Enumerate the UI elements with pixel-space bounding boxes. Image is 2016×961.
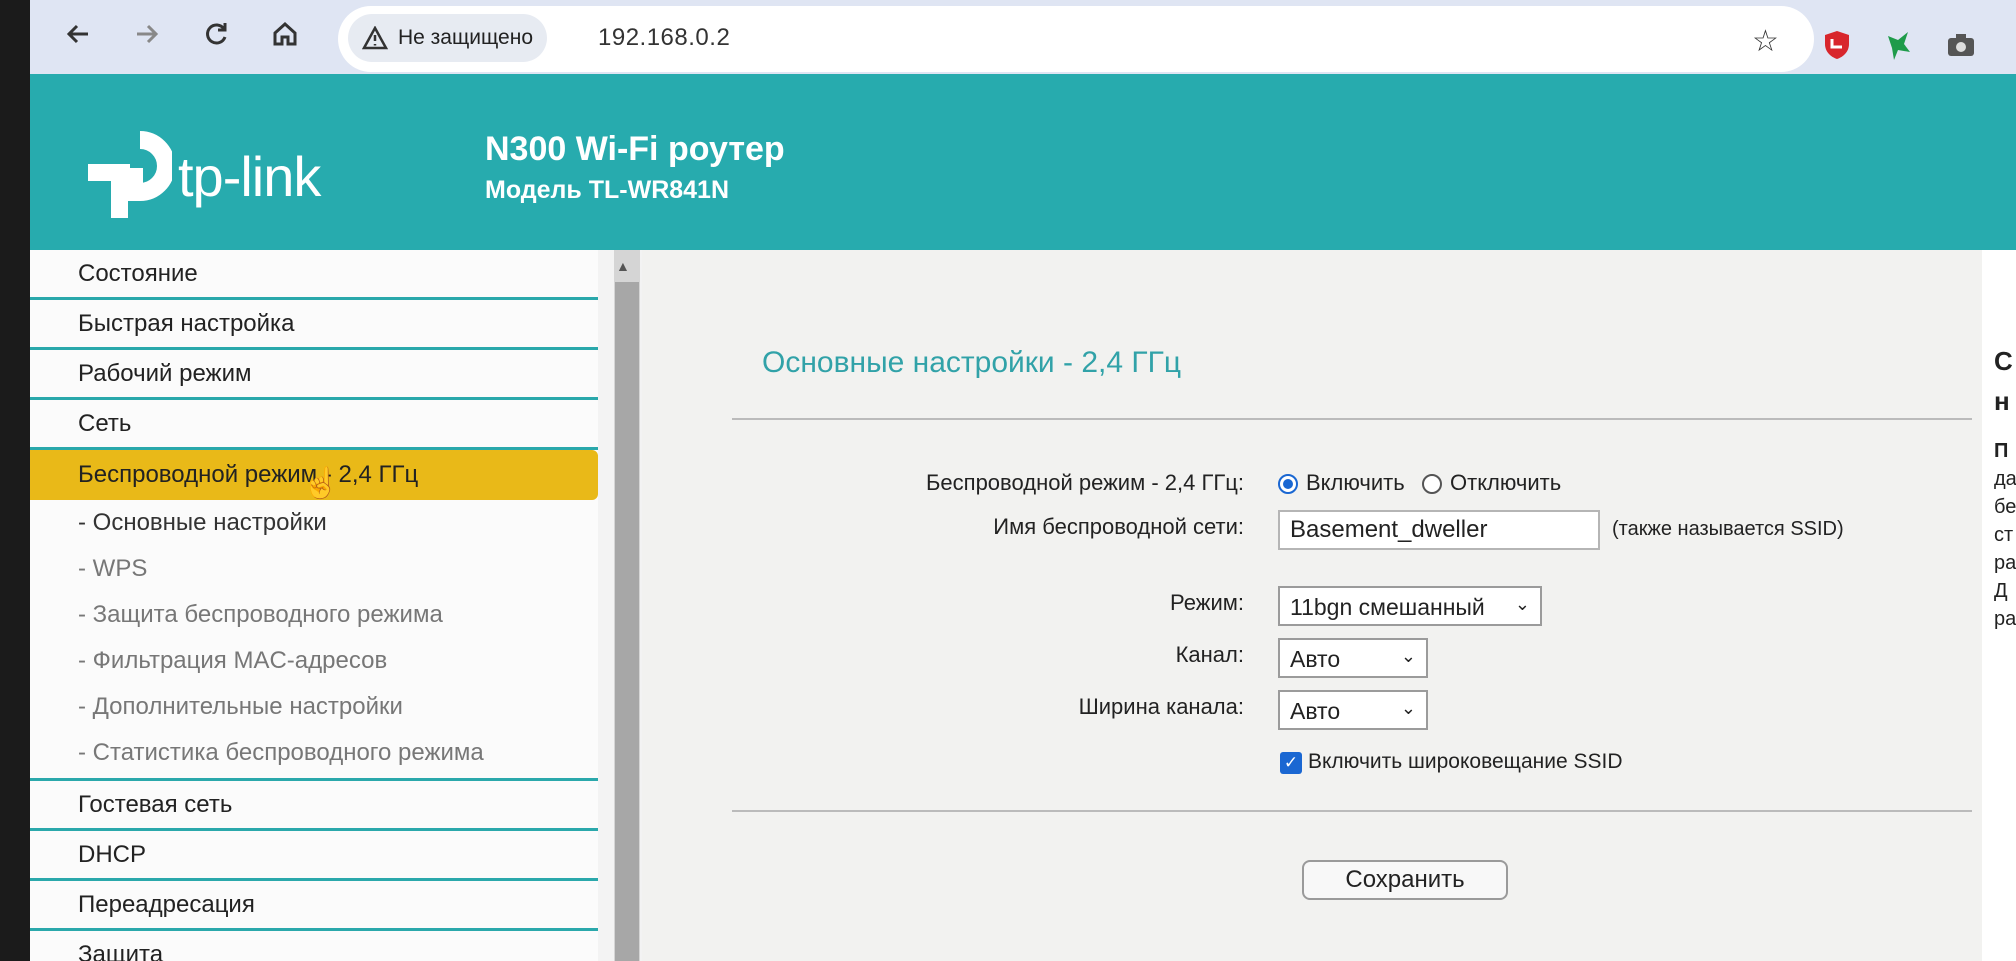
sidebar-item-label: Беспроводной режим - 2,4 ГГц [78,461,419,488]
sidebar-item-network[interactable]: Сеть [30,400,598,450]
warning-icon [362,26,388,50]
sidebar-item-quick-setup[interactable]: Быстрая настройка [30,300,598,350]
sidebar-menu: Состояние Быстрая настройка Рабочий режи… [30,250,598,961]
sidebar-subitem-basic-settings[interactable]: - Основные настройки [30,500,598,546]
url-text[interactable]: 192.168.0.2 [598,24,730,52]
help-text-line: ра [1994,552,2016,574]
channel-select[interactable]: Авто ⌄ [1278,638,1428,678]
page-title: Основные настройки - 2,4 ГГц [762,346,1182,379]
sidebar-item-label: Рабочий режим [78,359,252,387]
ssid-input[interactable]: Basement_dweller [1278,510,1600,550]
ssid-broadcast-checkbox[interactable]: ✓ [1280,752,1302,774]
sidebar-subitem-advanced[interactable]: - Дополнительные настройки [30,684,598,730]
wireless-toggle-label: Беспроводной режим - 2,4 ГГц: [925,470,1244,495]
model-title: N300 Wi-Fi роутер [485,130,785,168]
disable-radio[interactable] [1422,474,1442,494]
channel-width-label: Ширина канала: [1078,694,1244,719]
channel-label: Канал: [1175,642,1244,667]
sidebar-subitem-wps[interactable]: - WPS [30,546,598,592]
forward-icon[interactable] [125,12,169,56]
sidebar-subitem-mac-filtering[interactable]: - Фильтрация MAC-адресов [30,638,598,684]
sidebar-scrollbar-thumb[interactable] [615,282,639,961]
shield-extension-icon[interactable] [1820,28,1854,62]
hand-cursor-icon: ☝ [302,467,340,500]
sidebar-item-forwarding[interactable]: Переадресация [30,881,598,931]
enable-radio[interactable] [1278,474,1298,494]
sidebar-item-label: Быстрая настройка [78,309,295,337]
subitem-label: - Статистика беспроводного режима [78,739,484,766]
mode-select-value: 11bgn смешанный [1290,594,1485,620]
sidebar-item-label: Состояние [78,259,198,287]
security-text: Не защищено [398,26,533,49]
channel-width-select-value: Авто [1290,698,1341,724]
subitem-label: - Фильтрация MAC-адресов [78,647,388,674]
help-text-line: Д [1994,580,2008,602]
help-text-line: н [1994,386,2010,416]
router-header: tp-link N300 Wi-Fi роутер Модель TL-WR84… [30,74,2016,250]
subitem-label: - Основные настройки [78,509,327,536]
subitem-label: - WPS [78,555,148,582]
divider [732,810,1972,812]
home-icon[interactable] [263,12,307,56]
help-text-line: С [1994,346,2013,376]
tp-link-logo-icon [80,130,175,227]
model-subtitle: Модель TL-WR841N [485,176,730,204]
camera-extension-icon[interactable] [1944,28,1978,62]
chevron-down-icon: ⌄ [1400,646,1416,666]
sidebar-item-guest-network[interactable]: Гостевая сеть [30,781,598,831]
scroll-up-arrow-icon[interactable]: ▲ [616,258,630,274]
sidebar-item-label: Переадресация [78,890,255,918]
channel-select-value: Авто [1290,646,1341,672]
chevron-down-icon: ⌄ [1514,594,1530,614]
wireless-submenu: - Основные настройки - WPS - Защита бесп… [30,500,598,781]
star-icon[interactable]: ☆ [1752,24,1779,59]
main-content: Основные настройки - 2,4 ГГц Беспроводно… [642,250,1982,961]
sidebar-item-label: Сеть [78,409,132,437]
browser-window: Не защищено 192.168.0.2 ☆ tp-link N300 W… [30,0,2016,961]
subitem-label: - Дополнительные настройки [78,693,403,720]
divider [732,418,1972,420]
security-chip[interactable]: Не защищено [348,14,547,62]
sidebar-item-operation-mode[interactable]: Рабочий режим [30,350,598,400]
mode-select[interactable]: 11bgn смешанный ⌄ [1278,586,1542,626]
save-button[interactable]: Сохранить [1302,860,1508,900]
help-panel: С н П да бе ст ра Д ра [1982,250,2016,961]
help-text-line: да [1994,468,2016,490]
ssid-broadcast-label[interactable]: Включить широковещание SSID [1308,750,1623,774]
reload-icon[interactable] [194,12,238,56]
help-text-line: ст [1994,524,2014,546]
address-bar[interactable]: Не защищено 192.168.0.2 ☆ [338,6,1814,72]
leaf-extension-icon[interactable] [1882,28,1916,62]
sidebar-item-status[interactable]: Состояние [30,250,598,300]
sidebar-subitem-statistics[interactable]: - Статистика беспроводного режима [30,730,598,776]
sidebar-item-label: Защита [78,940,164,961]
sidebar-item-dhcp[interactable]: DHCP [30,831,598,881]
chevron-down-icon: ⌄ [1400,698,1416,718]
ssid-note: (также называется SSID) [1612,518,1844,540]
logo-text: tp-link [178,145,321,208]
browser-toolbar: Не защищено 192.168.0.2 ☆ [30,0,2016,74]
help-text-line: бе [1994,496,2016,518]
subitem-label: - Защита беспроводного режима [78,601,443,628]
sidebar-item-label: Гостевая сеть [78,790,233,818]
back-icon[interactable] [56,12,100,56]
mode-label: Режим: [1170,590,1244,615]
sidebar-subitem-wireless-security[interactable]: - Защита беспроводного режима [30,592,598,638]
help-text-line: П [1994,440,2009,462]
sidebar-item-label: DHCP [78,840,147,868]
sidebar-item-security[interactable]: Защита [30,931,598,961]
ssid-label: Имя беспроводной сети: [993,514,1244,539]
channel-width-select[interactable]: Авто ⌄ [1278,690,1428,730]
enable-radio-label[interactable]: Включить [1306,470,1405,496]
help-text-line: ра [1994,608,2016,630]
disable-radio-label[interactable]: Отключить [1450,470,1561,496]
